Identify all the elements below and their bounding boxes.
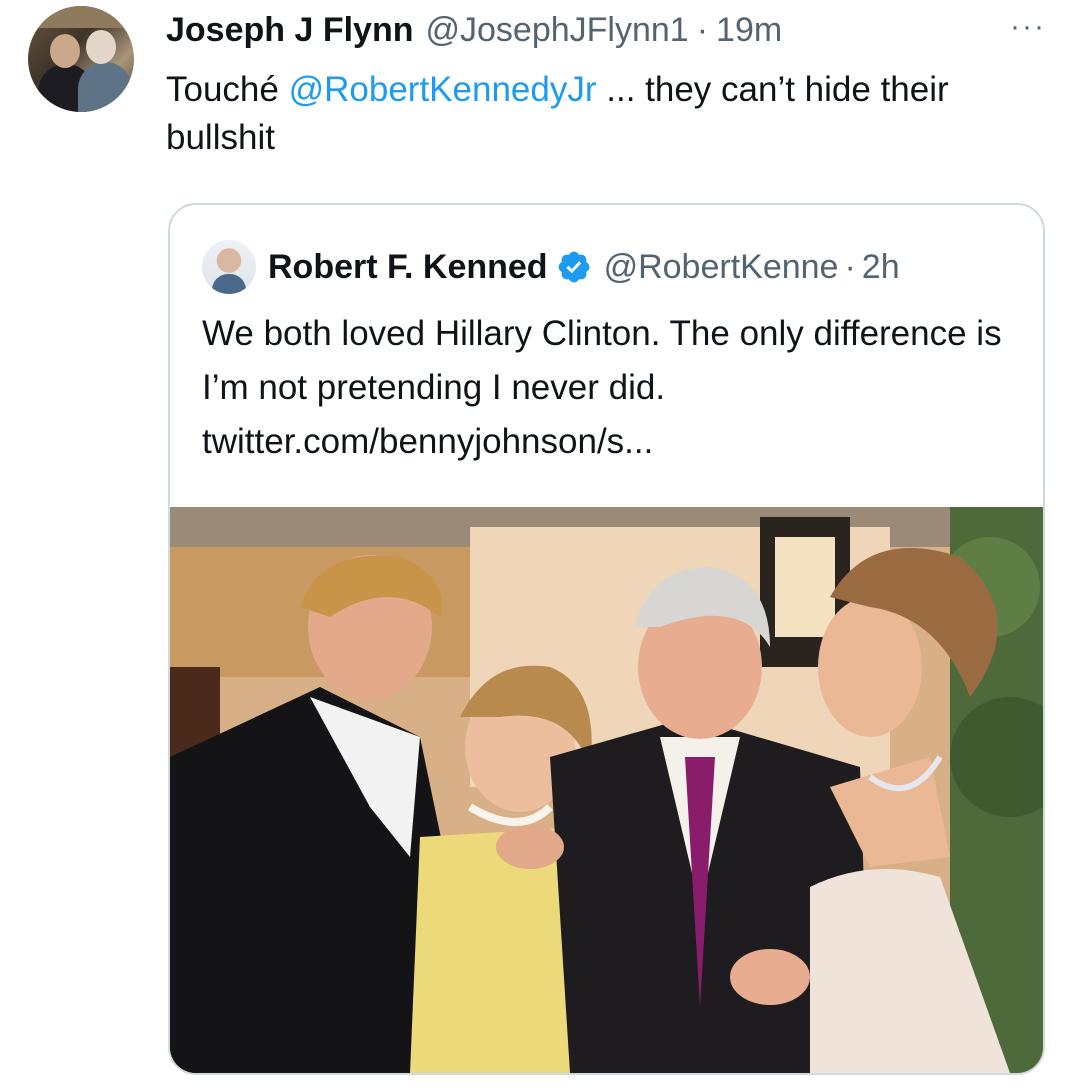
quoted-tweet-text: We both loved Hillary Clinton. The only …: [202, 307, 1022, 469]
more-options-icon[interactable]: ···: [1010, 12, 1046, 42]
quoted-tweet-time[interactable]: 2h: [862, 248, 900, 287]
quoted-separator-dot: ·: [844, 247, 856, 286]
photo-illustration: [170, 507, 1043, 1073]
mention-link[interactable]: @RobertKennedyJr: [289, 70, 597, 109]
author-avatar[interactable]: [28, 6, 134, 112]
tweet-time[interactable]: 19m: [716, 11, 782, 50]
quoted-author-handle[interactable]: @RobertKenne: [604, 248, 839, 287]
author-name[interactable]: Joseph J Flynn: [166, 11, 414, 50]
separator-dot: ·: [696, 10, 709, 49]
quoted-tweet[interactable]: Robert F. Kenned @RobertKenne · 2h We bo…: [168, 203, 1045, 1075]
tweet-text: Touché @RobertKennedyJr ... they can’t h…: [166, 66, 1046, 162]
attached-photo[interactable]: [170, 507, 1043, 1073]
tweet-text-before: Touché: [166, 70, 289, 109]
quoted-author-name[interactable]: Robert F. Kenned: [268, 248, 548, 287]
quoted-tweet-header: Robert F. Kenned @RobertKenne · 2h: [202, 239, 1013, 295]
quoted-tweet-body: We both loved Hillary Clinton. The only …: [202, 314, 1002, 407]
quoted-author-avatar[interactable]: [202, 240, 256, 294]
author-handle[interactable]: @JosephJFlynn1: [426, 11, 689, 50]
verified-badge-icon: [558, 251, 589, 283]
quoted-tweet-link[interactable]: twitter.com/bennyjohnson/s...: [202, 415, 1022, 469]
tweet-header: Joseph J Flynn @JosephJFlynn1 · 19m: [166, 8, 1046, 52]
